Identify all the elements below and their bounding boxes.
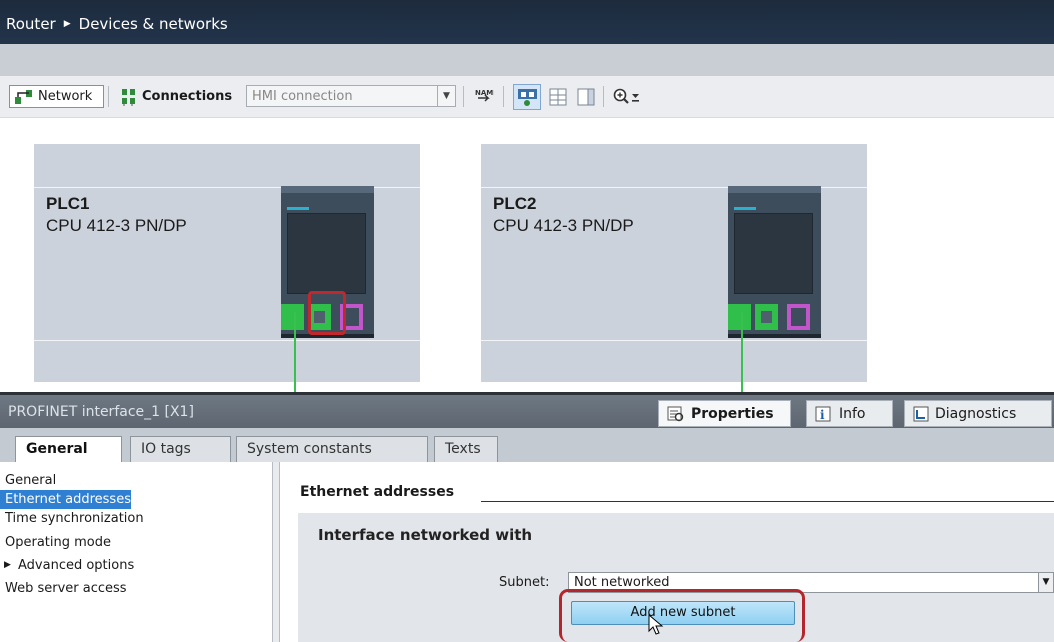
zoom-icon[interactable] <box>612 87 642 107</box>
network-label: Network <box>38 89 93 104</box>
nav-item-label: Advanced options <box>18 558 135 573</box>
tab-info[interactable]: i Info <box>806 400 893 427</box>
cpu-top <box>728 186 821 193</box>
tab-info-label: Info <box>839 405 866 422</box>
connection-type-select[interactable]: HMI connection ▼ <box>246 85 456 107</box>
section-heading: Ethernet addresses <box>300 484 455 500</box>
tab-diagnostics-label: Diagnostics <box>935 405 1017 422</box>
tab-diagnostics[interactable]: Diagnostics <box>904 400 1052 427</box>
columns-icon[interactable] <box>576 87 596 107</box>
nav-item-ethernet-addresses[interactable]: Ethernet addresses <box>0 490 131 509</box>
network-line <box>294 312 296 394</box>
tab-system-constants[interactable]: System constants <box>236 436 428 462</box>
connections-button[interactable]: Connections <box>116 85 236 108</box>
subnet-value: Not networked <box>574 575 670 590</box>
show-interface-toggle[interactable] <box>513 84 541 110</box>
network-canvas[interactable]: PLC1 CPU 412-3 PN/DP PLC2 CPU 412-3 PN/D… <box>0 118 1054 394</box>
breadcrumb-root[interactable]: Router <box>6 15 56 33</box>
info-icon: i <box>815 406 831 422</box>
mpi-dp-port-icon[interactable] <box>728 304 751 330</box>
mpi-dp-port-icon[interactable] <box>281 304 304 330</box>
toolbar-separator <box>603 86 604 107</box>
inspector-title: PROFINET interface_1 [X1] <box>8 404 194 420</box>
inspector-title-bar: PROFINET interface_1 [X1] Properties i I… <box>0 392 1054 428</box>
network-icon <box>15 89 32 104</box>
cpu-top <box>281 186 374 193</box>
device-type: CPU 412-3 PN/DP <box>46 216 187 235</box>
network-toolbar: Network Connections HMI connection ▼ NAM… <box>0 76 1054 118</box>
tab-io-tags[interactable]: IO tags <box>130 436 231 462</box>
nav-item-operating-mode[interactable]: Operating mode <box>0 533 111 552</box>
show-interface-icon <box>518 89 537 106</box>
device-divider <box>34 340 420 341</box>
nav-item-web-server-access[interactable]: Web server access <box>0 579 127 598</box>
panel-splitter[interactable] <box>272 462 280 642</box>
network-line <box>741 312 743 394</box>
properties-icon <box>667 406 684 421</box>
device-name: PLC2 <box>493 194 537 213</box>
toolbar-separator <box>503 86 504 107</box>
device-plc2[interactable]: PLC2 CPU 412-3 PN/DP <box>481 144 867 382</box>
profinet-port-icon[interactable] <box>755 304 778 330</box>
connection-type-value: HMI connection <box>252 89 353 104</box>
port-highlight <box>308 291 346 335</box>
tab-general[interactable]: General <box>15 436 122 463</box>
toolbar-separator <box>108 86 109 107</box>
title-bar: Router ▶ Devices & networks <box>0 0 1054 44</box>
cpu-led <box>734 207 756 210</box>
tab-properties-label: Properties <box>691 405 774 422</box>
device-plc1[interactable]: PLC1 CPU 412-3 PN/DP <box>34 144 420 382</box>
toolbar-separator <box>463 86 464 107</box>
network-view-button[interactable]: Network <box>9 85 104 108</box>
nav-item-general[interactable]: General <box>0 471 56 490</box>
breadcrumb: Router ▶ Devices & networks <box>6 15 228 33</box>
inspector-tabs: General IO tags System constants Texts <box>0 428 1054 463</box>
expand-arrow-icon[interactable]: ▶ <box>4 556 11 575</box>
editor-header-strip <box>0 44 1054 76</box>
device-divider <box>481 340 867 341</box>
connections-label: Connections <box>142 89 233 104</box>
section-rule <box>481 501 1054 502</box>
property-navigation: General Ethernet addresses Time synchron… <box>0 462 272 642</box>
breadcrumb-current: Devices & networks <box>78 15 228 33</box>
chevron-down-icon[interactable]: ▼ <box>437 86 455 106</box>
svg-text:i: i <box>820 408 825 422</box>
subnet-label: Subnet: <box>499 575 550 590</box>
svg-text:NAME: NAME <box>475 89 494 97</box>
device-type: CPU 412-3 PN/DP <box>493 216 634 235</box>
cpu-led <box>287 207 309 210</box>
connections-icon <box>122 88 135 106</box>
name-icon[interactable]: NAME <box>474 87 494 107</box>
diagnostics-icon <box>913 406 929 421</box>
chevron-down-icon[interactable]: ▼ <box>1038 573 1053 592</box>
nav-item-advanced-options[interactable]: ▶ Advanced options <box>0 556 134 575</box>
tab-texts[interactable]: Texts <box>434 436 498 462</box>
cpu-display <box>287 213 366 294</box>
dp-port-icon[interactable] <box>787 304 810 330</box>
table-icon[interactable] <box>548 87 568 107</box>
inspector-content: General Ethernet addresses Time synchron… <box>0 462 1054 642</box>
device-name: PLC1 <box>46 194 90 213</box>
nav-item-time-synchronization[interactable]: Time synchronization <box>0 509 144 528</box>
tab-properties[interactable]: Properties <box>658 400 791 427</box>
port-inner <box>761 311 772 323</box>
button-highlight <box>559 589 805 642</box>
breadcrumb-separator-icon: ▶ <box>63 19 71 29</box>
cpu-display <box>734 213 813 294</box>
subsection-heading: Interface networked with <box>318 526 533 544</box>
mouse-cursor-icon <box>648 614 664 635</box>
